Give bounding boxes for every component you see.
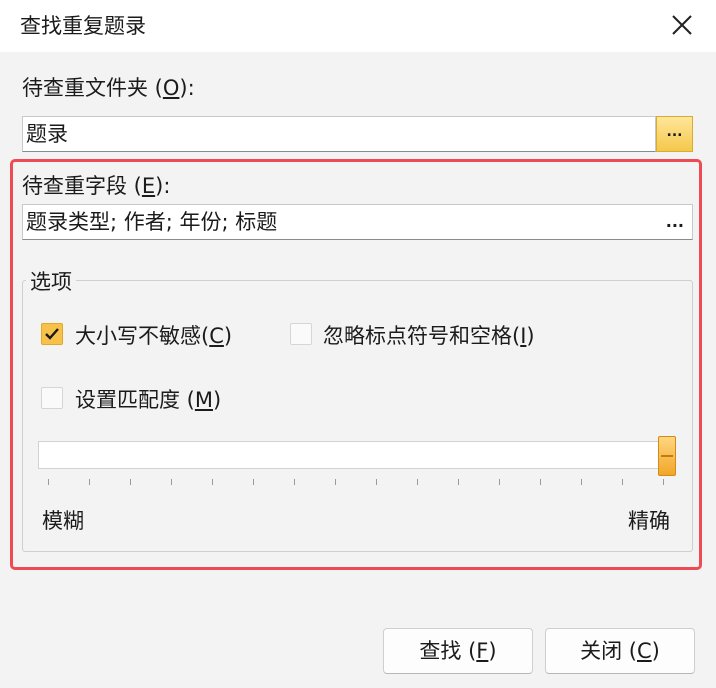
fields-label: 待查重字段 (E): bbox=[22, 174, 171, 198]
slider-tick bbox=[89, 479, 90, 485]
slider-tick bbox=[458, 479, 459, 485]
case-insensitive-checkbox[interactable] bbox=[41, 323, 63, 345]
title-bar: 查找重复题录 bbox=[0, 0, 716, 52]
slider-tick bbox=[622, 479, 623, 485]
folder-value: 题录 bbox=[26, 122, 68, 146]
slider-tick bbox=[581, 479, 582, 485]
slider-thumb[interactable] bbox=[658, 436, 676, 476]
close-icon[interactable] bbox=[667, 10, 697, 40]
ignore-punctuation-label[interactable]: 忽略标点符号和空格(I) bbox=[323, 320, 535, 350]
close-button[interactable]: 关闭 (C) bbox=[545, 628, 695, 674]
match-degree-checkbox[interactable] bbox=[41, 387, 63, 409]
slider-tick bbox=[417, 479, 418, 485]
options-group-label: 选项 bbox=[26, 266, 76, 296]
ignore-punctuation-checkbox[interactable] bbox=[290, 323, 312, 345]
case-insensitive-label[interactable]: 大小写不敏感(C) bbox=[75, 320, 232, 350]
fields-input[interactable]: 题录类型; 作者; 年份; 标题 ... bbox=[22, 204, 693, 240]
dialog-title: 查找重复题录 bbox=[20, 14, 146, 38]
slider-tick bbox=[335, 479, 336, 485]
folder-input[interactable]: 题录 bbox=[22, 116, 656, 152]
fields-more-button[interactable]: ... bbox=[666, 205, 684, 239]
slider-tick bbox=[294, 479, 295, 485]
fields-value: 题录类型; 作者; 年份; 标题 bbox=[26, 210, 278, 234]
match-degree-label[interactable]: 设置匹配度 (M) bbox=[75, 384, 221, 414]
match-degree-slider[interactable] bbox=[38, 441, 676, 469]
slider-tick bbox=[499, 479, 500, 485]
slider-tick bbox=[171, 479, 172, 485]
slider-tick bbox=[540, 479, 541, 485]
folder-label: 待查重文件夹 (O): bbox=[22, 76, 195, 100]
slider-tick bbox=[48, 479, 49, 485]
browse-folder-button[interactable]: ... bbox=[656, 116, 693, 152]
slider-tick bbox=[130, 479, 131, 485]
find-button[interactable]: 查找 (F) bbox=[383, 628, 533, 674]
slider-tick bbox=[253, 479, 254, 485]
check-icon bbox=[45, 328, 59, 340]
slider-tick bbox=[212, 479, 213, 485]
slider-min-label: 模糊 bbox=[42, 509, 84, 533]
slider-max-label: 精确 bbox=[628, 509, 670, 533]
slider-tick bbox=[376, 479, 377, 485]
slider-tick bbox=[663, 479, 664, 485]
